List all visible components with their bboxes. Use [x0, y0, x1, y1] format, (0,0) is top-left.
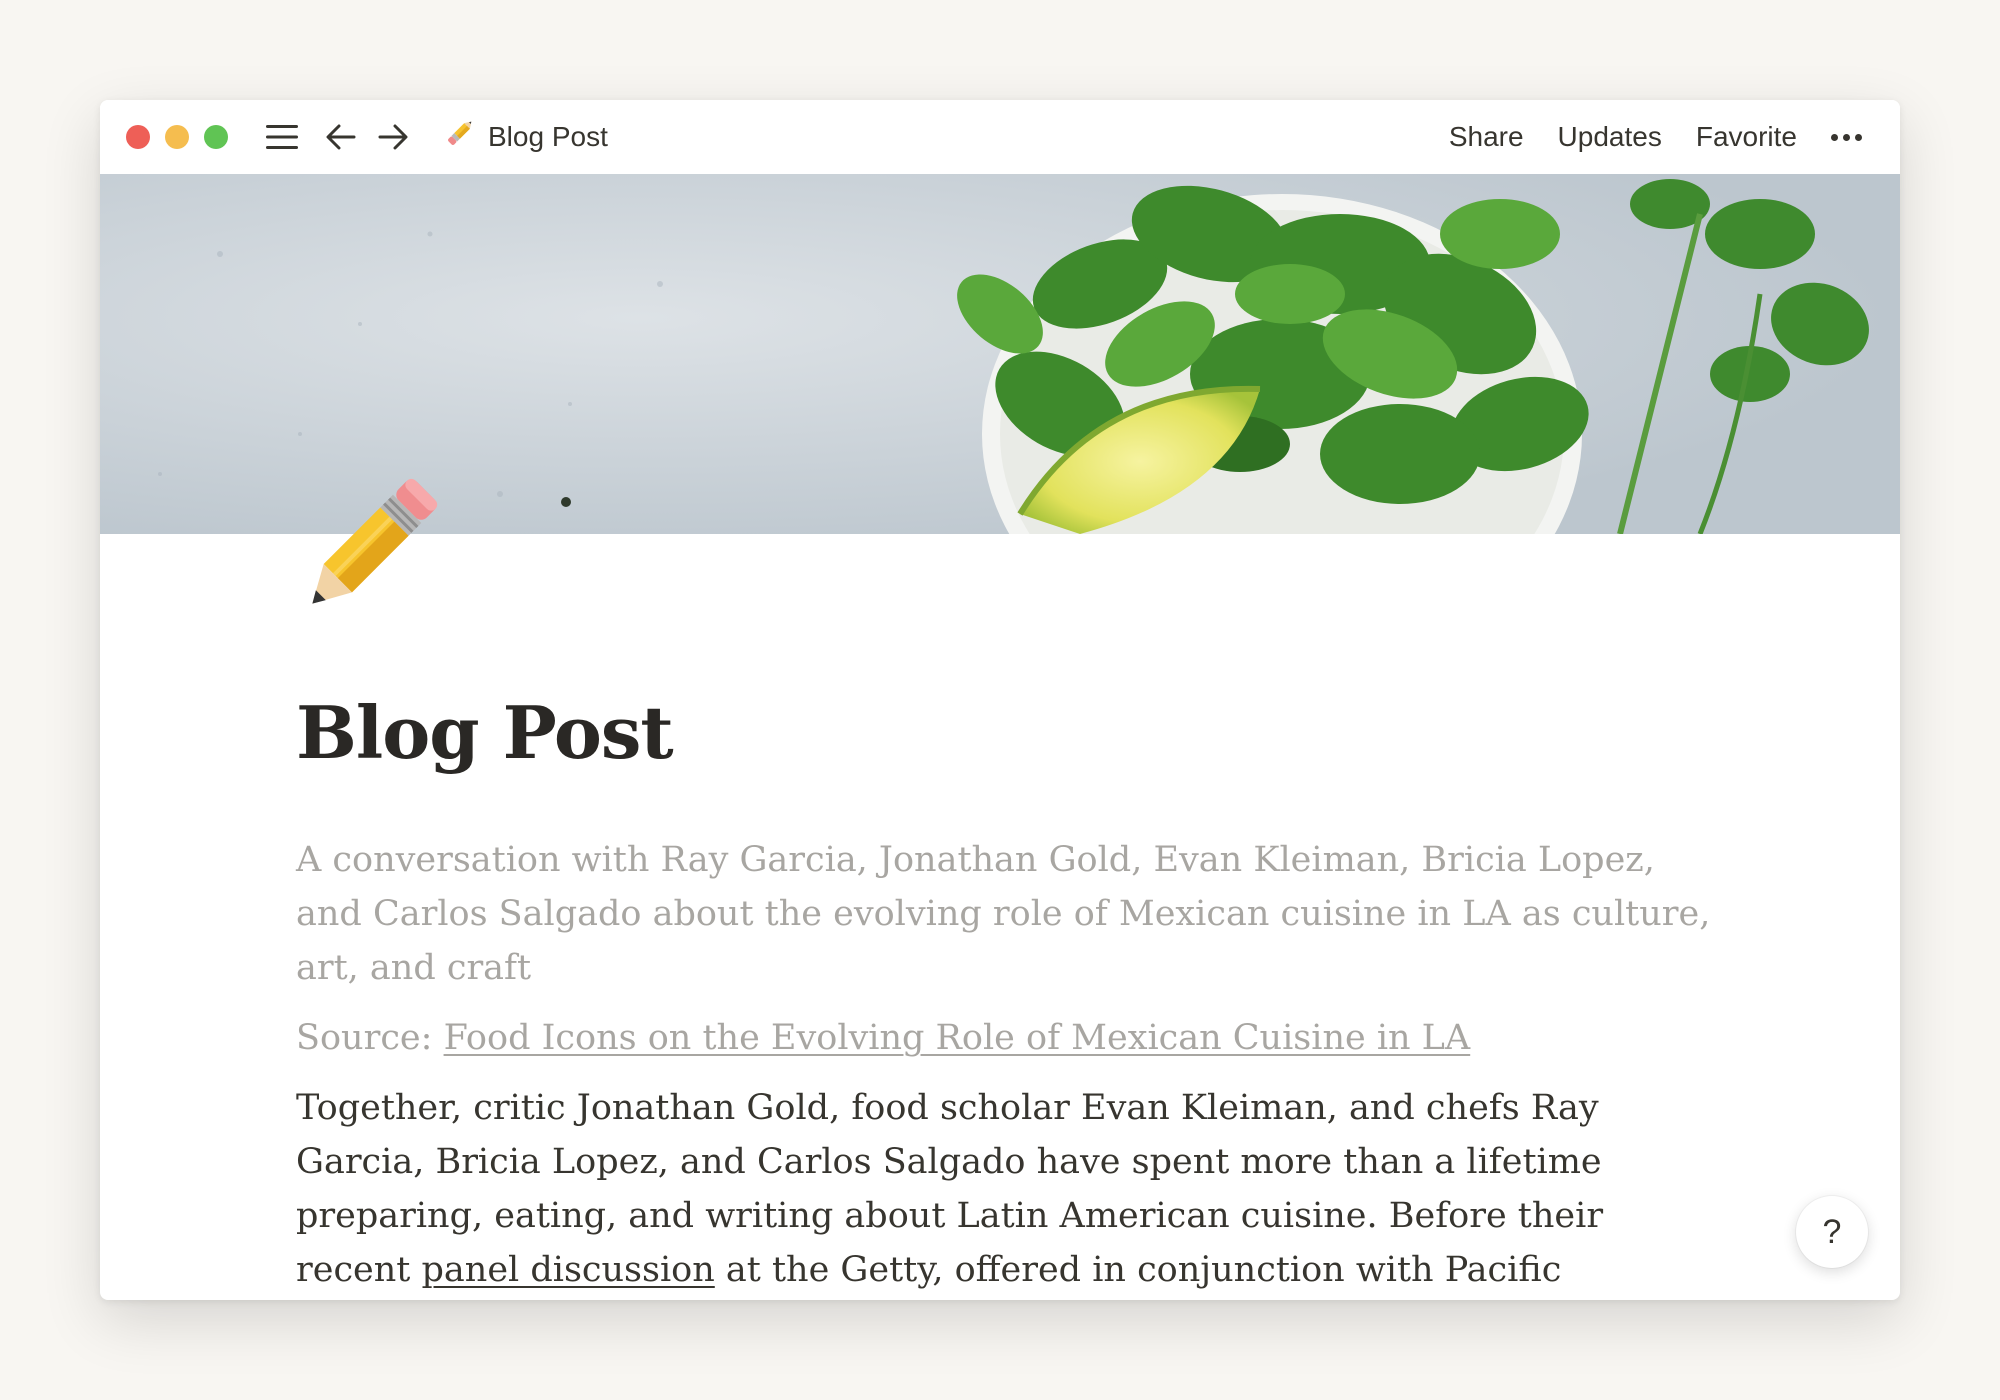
- minimize-window-button[interactable]: [165, 125, 189, 149]
- page-content: Blog Post A conversation with Ray Garcia…: [296, 690, 1716, 1300]
- source-link[interactable]: Food Icons on the Evolving Role of Mexic…: [444, 1018, 1471, 1058]
- body-paragraph[interactable]: Together, critic Jonathan Gold, food sch…: [296, 1081, 1716, 1300]
- window-controls: [126, 125, 228, 149]
- forward-arrow-icon[interactable]: [378, 124, 408, 150]
- more-options-icon[interactable]: [1831, 133, 1862, 141]
- sidebar-toggle-icon[interactable]: [266, 124, 298, 150]
- page-pencil-icon[interactable]: [296, 460, 456, 630]
- page-title[interactable]: Blog Post: [296, 690, 1716, 775]
- panel-discussion-link[interactable]: panel discussion: [422, 1250, 715, 1290]
- updates-button[interactable]: Updates: [1558, 121, 1662, 153]
- favorite-button[interactable]: Favorite: [1696, 121, 1797, 153]
- share-button[interactable]: Share: [1449, 121, 1524, 153]
- pencil-icon: [442, 115, 478, 159]
- page-subtitle[interactable]: A conversation with Ray Garcia, Jonathan…: [296, 833, 1716, 995]
- source-line[interactable]: Source: Food Icons on the Evolving Role …: [296, 1011, 1716, 1065]
- toolbar-actions: Share Updates Favorite: [1449, 121, 1862, 153]
- app-window: Blog Post Share Updates Favorite Blog Po…: [100, 100, 1900, 1300]
- help-button[interactable]: ?: [1796, 1196, 1868, 1268]
- breadcrumb-title: Blog Post: [488, 121, 608, 152]
- back-arrow-icon[interactable]: [326, 124, 356, 150]
- maximize-window-button[interactable]: [204, 125, 228, 149]
- title-bar: Blog Post Share Updates Favorite: [100, 100, 1900, 174]
- source-prefix: Source:: [296, 1018, 444, 1058]
- breadcrumb[interactable]: Blog Post: [442, 115, 608, 159]
- close-window-button[interactable]: [126, 125, 150, 149]
